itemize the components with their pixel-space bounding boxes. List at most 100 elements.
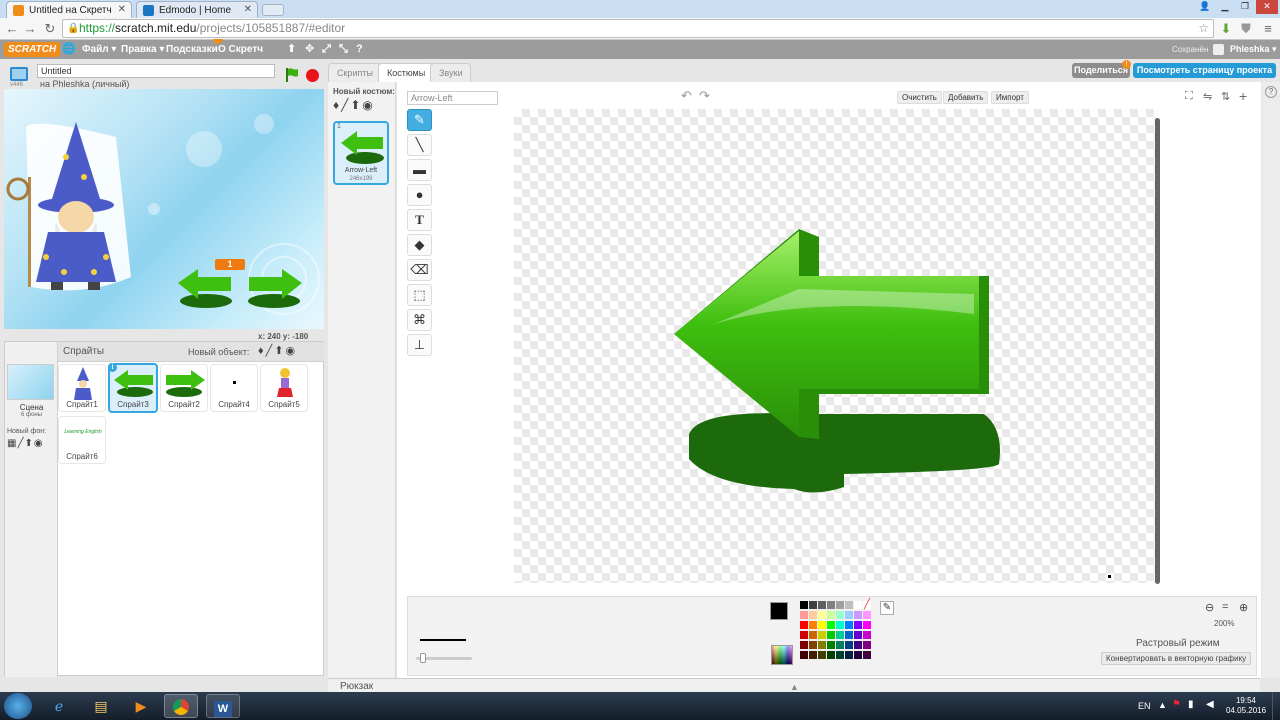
primary-color-swatch[interactable] [770,602,788,620]
download-extension-icon[interactable]: ⬇ [1218,21,1234,37]
browser-tab-edmodo[interactable]: Edmodo | Home ✕ [136,1,258,18]
palette-swatch[interactable] [800,651,808,659]
costume-upload-icon[interactable]: ⬆ [350,98,362,112]
close-window-icon[interactable]: ✕ [1256,0,1278,14]
start-button[interactable] [4,693,32,719]
costume-paint-icon[interactable]: ╱ [341,98,350,112]
sprite-info-icon[interactable]: i [108,363,117,372]
clear-button[interactable]: Очистить [897,91,942,104]
palette-swatch[interactable] [818,631,826,639]
palette-swatch[interactable] [809,651,817,659]
new-tab-button[interactable] [262,4,284,16]
user-avatar-icon[interactable] [1213,44,1224,55]
close-tab-icon[interactable]: ✕ [244,4,252,15]
palette-swatch[interactable] [845,611,853,619]
minimize-window-icon[interactable]: ▁ [1216,0,1234,14]
palette-swatch[interactable] [836,651,844,659]
brush-size-slider[interactable] [416,653,472,663]
palette-swatch[interactable] [854,621,862,629]
palette-swatch[interactable] [854,631,862,639]
transparent-color-icon[interactable]: ╱ [864,599,870,610]
show-desktop-button[interactable] [1272,692,1280,720]
globe-icon[interactable]: 🌐 [62,40,76,59]
select-tool[interactable]: ⬚ [407,284,432,306]
stage-canvas[interactable]: 1 [4,89,324,329]
bookmark-star-icon[interactable]: ☆ [1198,20,1209,37]
menu-edit[interactable]: Правка ▾ [121,40,164,59]
palette-swatch[interactable] [809,601,817,609]
sprite-camera-icon[interactable]: ◉ [285,345,297,357]
see-project-page-button[interactable]: Посмотреть страницу проекта [1133,63,1276,78]
ellipse-tool[interactable]: ● [407,184,432,206]
redo-icon[interactable]: ↷ [699,88,710,104]
sprite-thumb-1[interactable]: Спрайт1 [58,364,106,412]
backdrop-camera-icon[interactable]: ◉ [34,438,44,449]
zoom-reset-icon[interactable]: = [1222,601,1228,613]
wizard-sprite[interactable] [6,117,134,295]
palette-swatch[interactable] [809,631,817,639]
sprite-thumb-5[interactable]: Спрайт5 [260,364,308,412]
palette-swatch[interactable] [827,631,835,639]
palette-swatch[interactable] [854,611,862,619]
palette-swatch[interactable] [809,611,817,619]
stamp-tool[interactable]: ⊥ [407,334,432,356]
sprite-thumb-2[interactable]: Спрайт2 [160,364,208,412]
palette-swatch[interactable] [836,621,844,629]
menu-icon[interactable]: ≡ [1260,21,1276,37]
signal-icon[interactable]: ▮ [1188,699,1194,710]
eraser-tool[interactable]: ⌫ [407,259,432,281]
sprite-paint-icon[interactable]: ╱ [266,345,275,357]
brush-size-slider-handle[interactable] [420,653,426,663]
palette-swatch[interactable] [800,641,808,649]
palette-swatch[interactable] [836,611,844,619]
shield-extension-icon[interactable]: ⛊ [1238,21,1254,37]
import-button[interactable]: Импорт [991,91,1029,104]
clock[interactable]: 19:54 04.05.2016 [1226,696,1266,716]
user-profile-icon[interactable]: 👤 [1196,0,1214,14]
paint-canvas[interactable] [514,109,1156,583]
palette-swatch[interactable] [845,621,853,629]
palette-swatch[interactable] [845,651,853,659]
browser-tab-scratch[interactable]: Untitled на Скретч ✕ [6,1,132,18]
volume-icon[interactable]: ◀ [1206,699,1214,710]
palette-swatch[interactable] [809,621,817,629]
palette-swatch[interactable] [863,611,871,619]
palette-swatch[interactable] [827,651,835,659]
palette-swatch[interactable] [845,641,853,649]
palette-swatch[interactable] [854,601,862,609]
grow-icon[interactable]: ⤢ [322,40,331,59]
zoom-in-icon[interactable]: ⊕ [1239,601,1248,614]
add-button[interactable]: Добавить [943,91,989,104]
user-menu[interactable]: Phleshka ▾ [1230,40,1277,59]
menu-about[interactable]: О Скретч [218,40,263,59]
language-indicator[interactable]: EN [1138,701,1151,711]
palette-swatch[interactable] [836,601,844,609]
palette-swatch[interactable] [827,641,835,649]
palette-swatch[interactable] [818,651,826,659]
palette-swatch[interactable] [863,641,871,649]
flip-horizontal-icon[interactable]: ⇋ [1203,90,1212,103]
palette-swatch[interactable] [818,601,826,609]
tab-sounds[interactable]: Звуки [430,63,472,82]
palette-swatch[interactable] [863,631,871,639]
arrow-left-sprite[interactable] [176,267,234,313]
palette-swatch[interactable] [827,601,835,609]
palette-swatch[interactable] [809,641,817,649]
undo-icon[interactable]: ↶ [681,88,692,104]
forward-icon[interactable]: → [22,21,38,37]
restore-window-icon[interactable]: ❐ [1236,0,1254,14]
sprite-library-icon[interactable]: ♦ [258,345,266,357]
palette-swatch[interactable] [836,641,844,649]
fill-tool[interactable]: ◆ [407,234,432,256]
convert-to-vector-button[interactable]: Конвертировать в векторную графику [1101,652,1252,665]
tab-scripts[interactable]: Скрипты [328,63,382,82]
explorer-taskbar-icon[interactable]: ▤ [84,694,118,718]
address-bar[interactable]: 🔒 https://scratch.mit.edu/projects/10585… [62,19,1214,38]
eyedropper-icon[interactable]: ✎ [880,601,894,615]
scene-thumbnail[interactable] [7,364,54,400]
backdrop-library-icon[interactable]: ▦ [7,438,17,449]
crop-icon[interactable]: ⛶ [1185,90,1193,103]
palette-swatch[interactable] [827,611,835,619]
text-tool[interactable]: T [407,209,432,231]
costume-library-icon[interactable]: ♦ [333,98,341,112]
